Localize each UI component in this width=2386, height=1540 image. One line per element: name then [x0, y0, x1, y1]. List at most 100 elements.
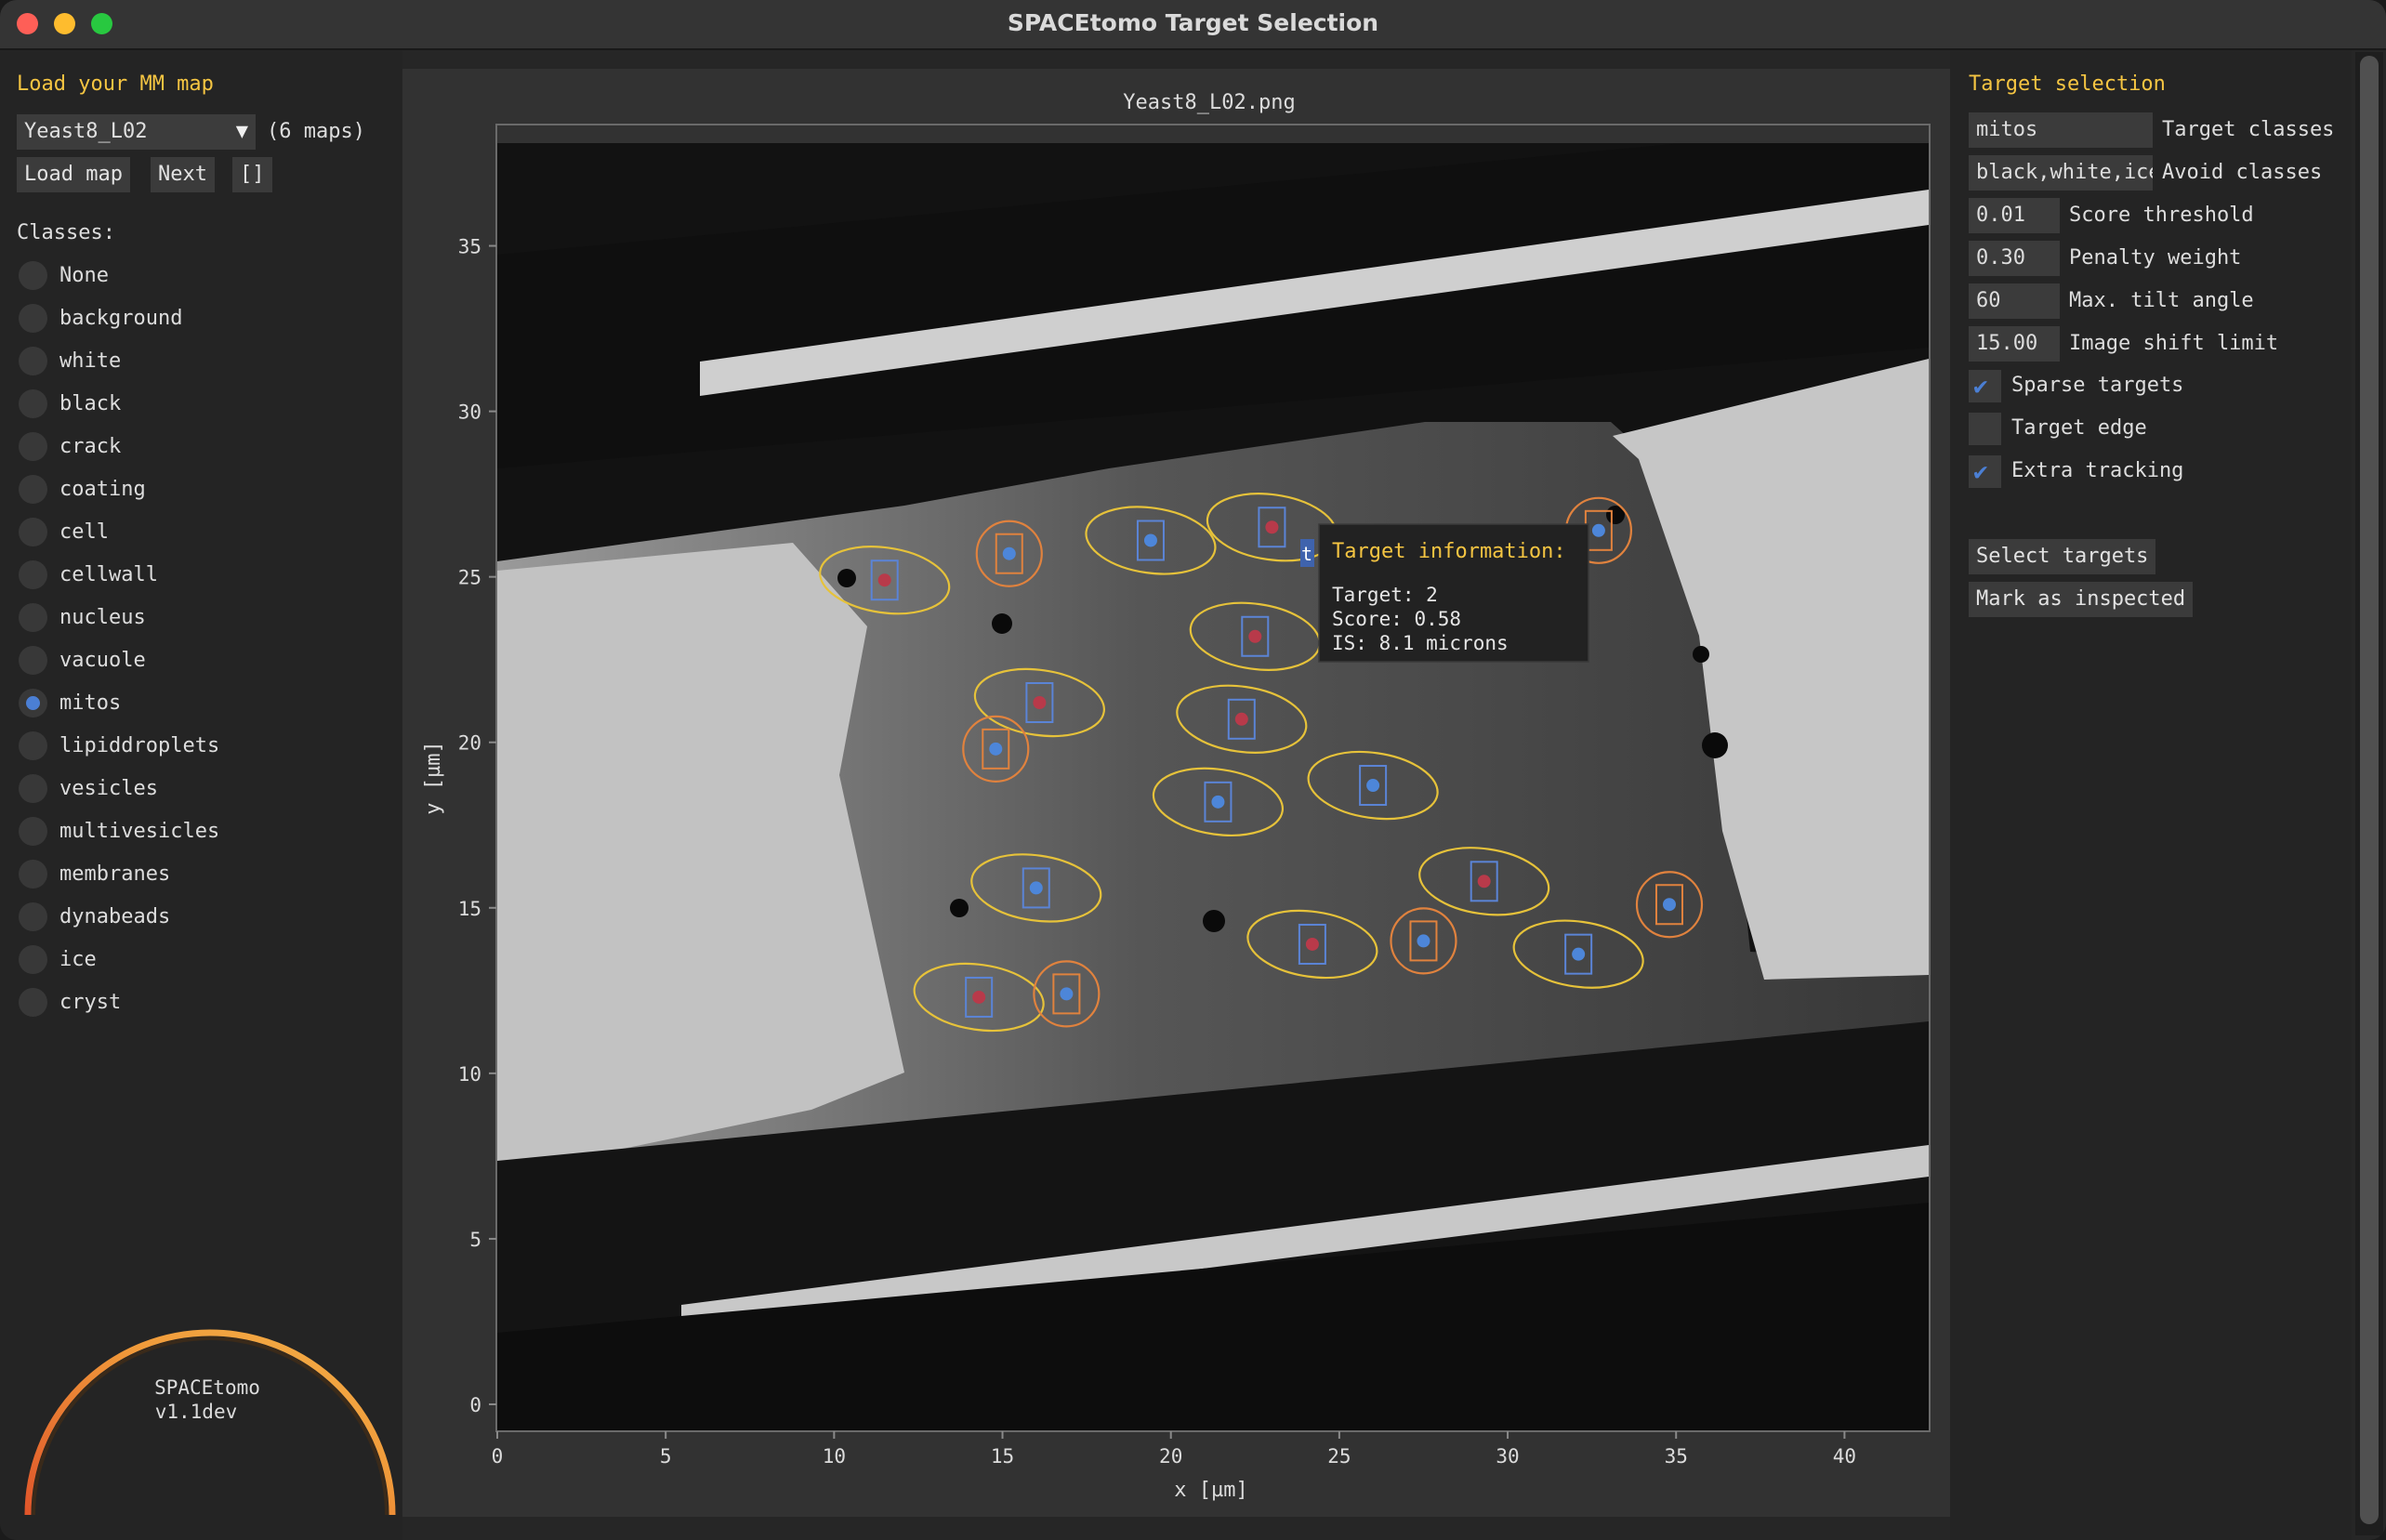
- target-point[interactable]: [877, 573, 891, 587]
- radio-button[interactable]: [19, 902, 47, 931]
- class-option[interactable]: lipiddroplets: [19, 729, 372, 764]
- class-option[interactable]: background: [19, 301, 372, 336]
- target-point[interactable]: [1366, 779, 1380, 793]
- class-option[interactable]: dynabeads: [19, 900, 372, 935]
- radio-button[interactable]: [19, 304, 47, 333]
- class-option[interactable]: black: [19, 387, 372, 422]
- penalty-weight-input[interactable]: 0.30: [1969, 241, 2060, 276]
- radio-button[interactable]: [19, 646, 47, 675]
- class-option[interactable]: None: [19, 258, 372, 294]
- load-map-button[interactable]: Load map: [17, 157, 130, 192]
- target-point[interactable]: [1248, 629, 1262, 643]
- y-axis-label: y [µm]: [422, 741, 445, 814]
- max-tilt-angle-input[interactable]: 60: [1969, 283, 2060, 319]
- sparse-targets-checkbox[interactable]: ✔: [1969, 370, 2001, 402]
- radio-button[interactable]: [19, 389, 47, 418]
- class-option[interactable]: vacuole: [19, 643, 372, 678]
- class-option-label: vesicles: [59, 777, 158, 800]
- sparse-targets-label: Sparse targets: [2011, 374, 2184, 397]
- class-option-label: crack: [59, 435, 122, 458]
- class-option[interactable]: coating: [19, 472, 372, 507]
- score-threshold-label: Score threshold: [2069, 204, 2254, 227]
- score-threshold-input[interactable]: 0.01: [1969, 198, 2060, 233]
- dropdown-arrow-icon: ▼: [235, 120, 248, 143]
- radio-button[interactable]: [19, 560, 47, 589]
- target-point[interactable]: [1234, 712, 1248, 726]
- class-option-label: background: [59, 307, 183, 330]
- x-axis: 0 5 10 15 20 25 30 35 40: [492, 1431, 1856, 1468]
- bracket-button[interactable]: []: [232, 157, 272, 192]
- radio-button[interactable]: [19, 945, 47, 974]
- y-tick-label: 15: [458, 898, 481, 920]
- tooltip-score: Score: 0.58: [1332, 608, 1461, 630]
- class-option-label: vacuole: [59, 649, 146, 672]
- radio-button[interactable]: [19, 518, 47, 546]
- radio-button[interactable]: [19, 689, 47, 717]
- target-point[interactable]: [972, 990, 986, 1004]
- class-option-label: membranes: [59, 862, 171, 886]
- scrollbar[interactable]: [2355, 52, 2383, 1535]
- target-point[interactable]: [1033, 695, 1047, 709]
- class-option[interactable]: membranes: [19, 857, 372, 892]
- target-point[interactable]: [1211, 795, 1225, 809]
- radio-button[interactable]: [19, 860, 47, 888]
- radio-button[interactable]: [19, 774, 47, 803]
- load-map-heading: Load your MM map: [17, 72, 214, 96]
- class-option[interactable]: mitos: [19, 686, 372, 721]
- target-point[interactable]: [1143, 533, 1157, 547]
- target-classes-input[interactable]: mitos: [1969, 112, 2153, 148]
- target-point[interactable]: [1002, 546, 1016, 560]
- class-option[interactable]: ice: [19, 942, 372, 978]
- class-option[interactable]: vesicles: [19, 771, 372, 807]
- target-point[interactable]: [1305, 937, 1319, 951]
- target-selection-heading: Target selection: [1969, 72, 2166, 96]
- radio-button[interactable]: [19, 731, 47, 760]
- target-point[interactable]: [1029, 881, 1043, 895]
- radio-button[interactable]: [19, 347, 47, 375]
- map-select[interactable]: Yeast8_L02 ▼: [17, 114, 256, 150]
- map-count: (6 maps): [267, 120, 365, 143]
- target-point[interactable]: [1477, 875, 1491, 888]
- class-option-label: ice: [59, 948, 97, 971]
- target-point[interactable]: [1572, 947, 1586, 961]
- class-option[interactable]: nucleus: [19, 600, 372, 636]
- image-shift-limit-input[interactable]: 15.00: [1969, 326, 2060, 362]
- target-point[interactable]: [1591, 523, 1605, 537]
- map-plot[interactable]: Yeast8_L02.png 0 5 10 15 20 25 30 35 40 …: [402, 69, 1950, 1517]
- left-panel: Load your MM map Yeast8_L02 ▼ (6 maps) L…: [0, 50, 402, 1540]
- next-button[interactable]: Next: [151, 157, 215, 192]
- tooltip-target: Target: 2: [1332, 584, 1438, 606]
- radio-button[interactable]: [19, 603, 47, 632]
- radio-button[interactable]: [19, 988, 47, 1017]
- target-point[interactable]: [1662, 898, 1676, 912]
- check-icon: ✔: [1973, 458, 1988, 486]
- radio-button[interactable]: [19, 817, 47, 846]
- class-option-label: black: [59, 392, 122, 415]
- avoid-classes-input[interactable]: black,white,ice: [1969, 155, 2153, 191]
- select-targets-button[interactable]: Select targets: [1969, 539, 2156, 574]
- class-option[interactable]: cellwall: [19, 558, 372, 593]
- target-point[interactable]: [989, 742, 1003, 756]
- scrollbar-thumb[interactable]: [2360, 56, 2379, 1524]
- class-option[interactable]: multivesicles: [19, 814, 372, 849]
- radio-button[interactable]: [19, 475, 47, 504]
- class-option[interactable]: crack: [19, 429, 372, 465]
- target-point[interactable]: [1417, 934, 1430, 948]
- class-option[interactable]: white: [19, 344, 372, 379]
- target-point[interactable]: [1265, 520, 1279, 534]
- radio-button[interactable]: [19, 261, 47, 290]
- app-window: SPACEtomo Target Selection Load your MM …: [0, 0, 2386, 1540]
- class-option[interactable]: cell: [19, 515, 372, 550]
- target-point[interactable]: [1060, 987, 1074, 1001]
- avoid-classes-label: Avoid classes: [2162, 161, 2323, 184]
- class-option[interactable]: cryst: [19, 985, 372, 1020]
- extra-tracking-checkbox[interactable]: ✔: [1969, 455, 2001, 488]
- class-option-label: dynabeads: [59, 905, 171, 928]
- target-edge-checkbox[interactable]: [1969, 413, 2001, 445]
- x-tick-label: 10: [823, 1445, 846, 1468]
- classes-heading: Classes:: [17, 221, 115, 244]
- class-option-label: multivesicles: [59, 820, 220, 843]
- radio-button[interactable]: [19, 432, 47, 461]
- mark-inspected-button[interactable]: Mark as inspected: [1969, 582, 2194, 617]
- x-tick-label: 0: [492, 1445, 504, 1468]
